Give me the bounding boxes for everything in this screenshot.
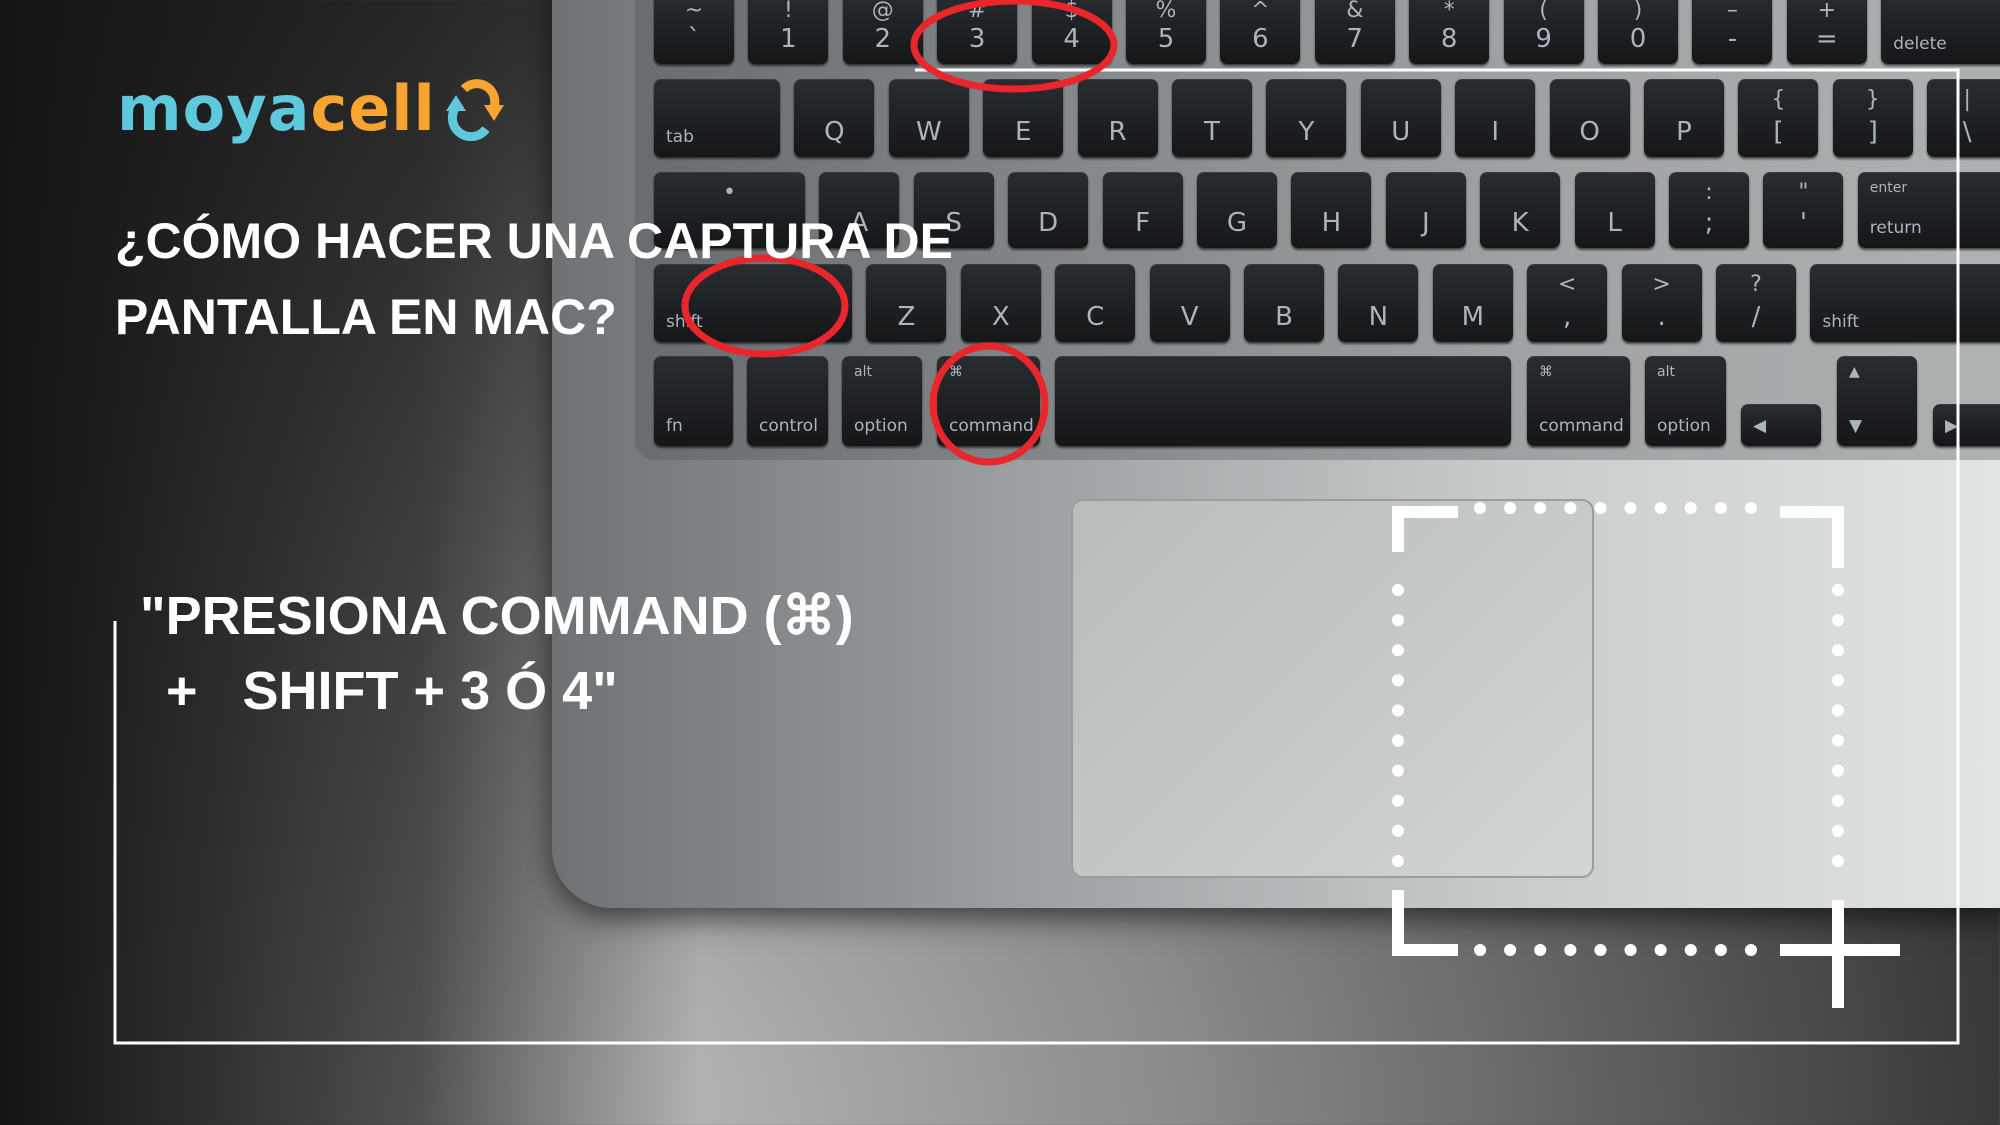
highlight-circle-shift-key (681, 254, 849, 358)
refresh-arrows-icon (445, 78, 504, 141)
logo-text-cell: cell (310, 72, 436, 145)
overlay-graphics (113, 0, 1960, 1045)
page-title-line1: ¿CÓMO HACER UNA CAPTURA DE (115, 213, 953, 269)
page-title-line2: PANTALLA EN MAC? (115, 289, 617, 345)
instruction-line1: "PRESIONA COMMAND (⌘) (140, 586, 854, 646)
instruction-line2: + SHIFT + 3 Ó 4" (166, 661, 618, 721)
screenshot-crop-icon (1392, 502, 1900, 1008)
logo-text-moya: moya (117, 72, 311, 145)
highlight-circle-command-key (929, 342, 1049, 466)
highlight-circle-3-4-keys (910, 0, 1118, 93)
logo-moyacell: moya cell (117, 72, 506, 145)
